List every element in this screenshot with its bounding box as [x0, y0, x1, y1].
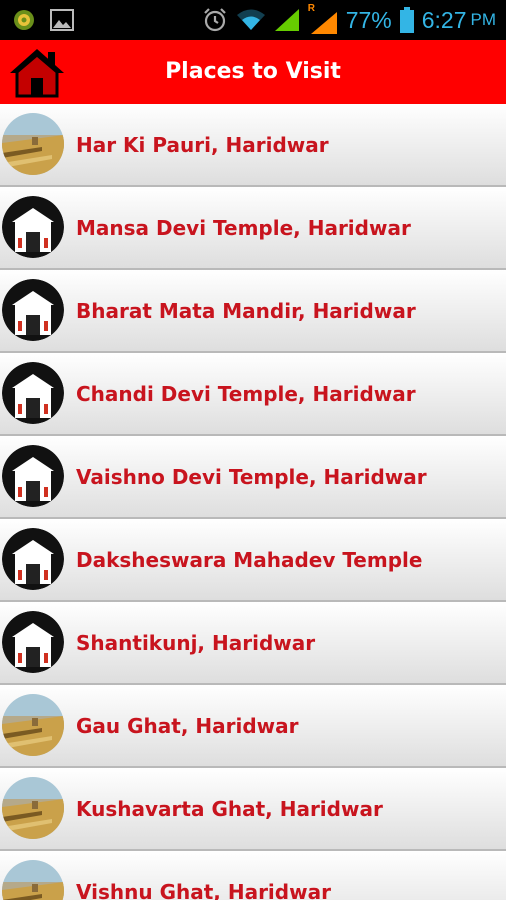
place-name: Gau Ghat, Haridwar	[76, 714, 299, 738]
temple-icon	[2, 611, 64, 673]
list-item[interactable]: Shantikunj, Haridwar	[0, 602, 506, 685]
list-item[interactable]: Vaishno Devi Temple, Haridwar	[0, 436, 506, 519]
temple-icon	[2, 362, 64, 424]
notification-icons	[12, 8, 74, 32]
image-icon	[50, 9, 74, 31]
battery-icon	[399, 7, 414, 33]
list-item[interactable]: Vishnu Ghat, Haridwar	[0, 851, 506, 900]
place-name: Mansa Devi Temple, Haridwar	[76, 216, 411, 240]
place-thumbnail	[2, 113, 64, 175]
list-item[interactable]: Chandi Devi Temple, Haridwar	[0, 353, 506, 436]
place-thumbnail	[2, 445, 64, 507]
status-bar: R 77% 6:27 PM	[0, 0, 506, 40]
place-thumbnail	[2, 528, 64, 590]
place-thumbnail	[2, 860, 64, 900]
temple-icon	[2, 445, 64, 507]
place-thumbnail	[2, 611, 64, 673]
place-thumbnail	[2, 777, 64, 839]
place-name: Vaishno Devi Temple, Haridwar	[76, 465, 427, 489]
place-name: Vishnu Ghat, Haridwar	[76, 880, 331, 900]
app-header: Places to Visit	[0, 40, 506, 104]
list-item[interactable]: Daksheswara Mahadev Temple	[0, 519, 506, 602]
temple-icon	[2, 196, 64, 258]
place-name: Chandi Devi Temple, Haridwar	[76, 382, 416, 406]
clock-time: 6:27	[421, 7, 467, 33]
alarm-icon	[203, 8, 226, 32]
place-thumbnail	[2, 362, 64, 424]
ghat-photo-icon	[2, 777, 64, 839]
ghat-photo-icon	[2, 113, 64, 175]
list-item[interactable]: Har Ki Pauri, Haridwar	[0, 104, 506, 187]
list-item[interactable]: Mansa Devi Temple, Haridwar	[0, 187, 506, 270]
place-thumbnail	[2, 694, 64, 756]
place-name: Bharat Mata Mandir, Haridwar	[76, 299, 416, 323]
page-title: Places to Visit	[165, 59, 341, 84]
place-thumbnail	[2, 279, 64, 341]
place-name: Kushavarta Ghat, Haridwar	[76, 797, 383, 821]
system-icons: R 77% 6:27 PM	[202, 3, 497, 35]
wifi-icon	[236, 9, 265, 30]
signal-roaming-icon	[310, 12, 337, 34]
list-item[interactable]: Bharat Mata Mandir, Haridwar	[0, 270, 506, 353]
ghat-photo-icon	[2, 694, 64, 756]
battery-percent: 77%	[345, 7, 392, 33]
clock-ampm: PM	[470, 10, 497, 29]
list-item[interactable]: Gau Ghat, Haridwar	[0, 685, 506, 768]
place-thumbnail	[2, 196, 64, 258]
places-list: Har Ki Pauri, Haridwar Mansa Devi Temple…	[0, 104, 506, 900]
place-name: Daksheswara Mahadev Temple	[76, 548, 423, 572]
temple-icon	[2, 279, 64, 341]
list-item[interactable]: Kushavarta Ghat, Haridwar	[0, 768, 506, 851]
place-name: Shantikunj, Haridwar	[76, 631, 316, 655]
temple-icon	[2, 528, 64, 590]
ghat-photo-icon	[2, 860, 64, 900]
place-name: Har Ki Pauri, Haridwar	[76, 133, 329, 157]
roaming-signal: R	[308, 3, 338, 35]
app-notification-icon	[14, 10, 34, 30]
signal-icon	[274, 9, 299, 31]
